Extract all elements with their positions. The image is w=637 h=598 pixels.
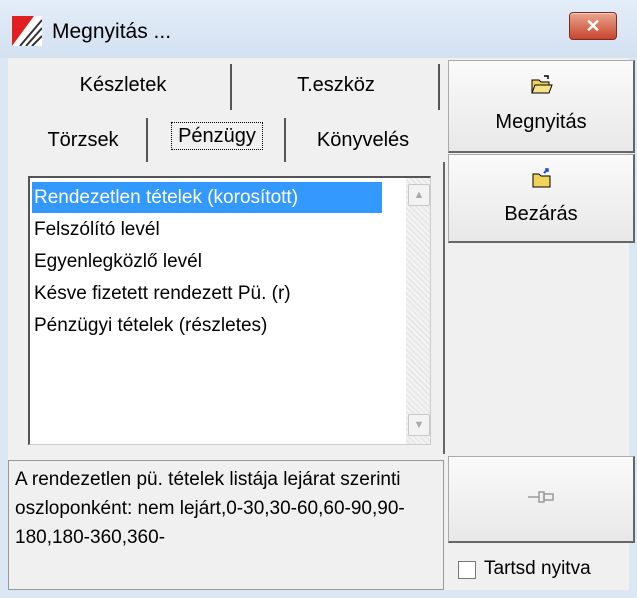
tab-divider (146, 118, 148, 162)
pin-icon (528, 491, 554, 503)
tab-label: Törzsek (47, 129, 119, 151)
close-dialog-button-label: Bezárás (504, 203, 578, 225)
tab-label: T.eszköz (297, 74, 375, 96)
close-icon: ✕ (585, 16, 601, 36)
arrow-up-icon: ▲ (413, 189, 425, 201)
tab-divider (438, 64, 440, 110)
list-item[interactable]: Késve fizetett rendezett Pü. (r) (34, 278, 291, 309)
vertical-scrollbar[interactable]: ▲ ▼ (406, 178, 430, 444)
scroll-up-button[interactable]: ▲ (408, 184, 430, 206)
window-title: Megnyitás ... (52, 20, 172, 43)
keep-open-label: Tartsd nyitva (484, 558, 591, 579)
close-folder-icon (532, 168, 551, 188)
dialog-body: Készletek T.eszköz Törzsek Pénzügy Könyv… (8, 58, 635, 590)
scroll-down-button[interactable]: ▼ (408, 414, 430, 436)
app-icon (12, 16, 42, 46)
report-list[interactable]: Rendezetlen tételek (korosított) Felszól… (28, 176, 431, 445)
open-button-label: Megnyitás (495, 111, 587, 133)
tab-konyveles[interactable]: Könyvelés (288, 116, 438, 164)
title-bar: Megnyitás ... ✕ (0, 0, 637, 58)
list-item[interactable]: Pénzügyi tételek (részletes) (34, 310, 267, 341)
list-item[interactable]: Egyenlegközlő levél (34, 246, 202, 277)
tab-label: Készletek (79, 74, 167, 96)
tab-label-active: Pénzügy (171, 122, 263, 150)
close-dialog-button[interactable]: Bezárás (448, 154, 635, 243)
open-dialog: Megnyitás ... ✕ Készletek T.eszköz Törzs… (0, 0, 637, 598)
tab-label: Könyvelés (316, 129, 410, 151)
tab-penzugy[interactable]: Pénzügy (150, 112, 284, 160)
tab-divider (230, 64, 232, 110)
open-button[interactable]: Megnyitás (448, 60, 635, 153)
tab-teszkoz[interactable]: T.eszköz (236, 62, 436, 108)
tab-torzsek[interactable]: Törzsek (18, 116, 148, 164)
description-box: A rendezetlen pü. tételek listája lejára… (8, 460, 444, 590)
list-item[interactable]: Rendezetlen tételek (korosított) (32, 182, 382, 213)
pin-button[interactable] (448, 456, 635, 543)
keep-open-checkbox[interactable] (458, 561, 476, 579)
description-text: A rendezetlen pü. tételek listája lejára… (15, 469, 405, 548)
arrow-down-icon: ▼ (413, 419, 425, 431)
tab-divider (284, 118, 286, 162)
open-folder-icon (531, 75, 553, 94)
close-button[interactable]: ✕ (569, 12, 617, 40)
tab-keszletek[interactable]: Készletek (28, 62, 218, 108)
list-item[interactable]: Felszólító levél (34, 214, 160, 245)
